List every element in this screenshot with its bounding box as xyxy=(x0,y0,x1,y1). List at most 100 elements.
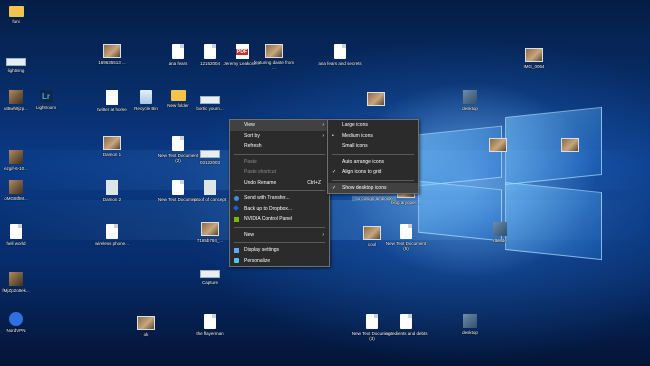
menu-item-label: Undo Rename xyxy=(244,179,277,186)
submenu-item-large-icons[interactable]: Large icons xyxy=(328,120,418,131)
check-icon: ✓ xyxy=(332,184,337,191)
desktop-icon[interactable]: wireless phone... xyxy=(90,224,134,246)
menu-item-sort-by[interactable]: Sort by › xyxy=(230,131,329,142)
desktop-icon[interactable]: ingredients and debts xyxy=(384,314,428,336)
desktop-icon[interactable]: proof of concept xyxy=(188,180,232,202)
nordvpn-icon xyxy=(9,312,23,326)
file-icon xyxy=(172,136,184,151)
menu-item-personalize[interactable]: Personalize xyxy=(230,256,329,267)
nvidia-icon xyxy=(234,216,239,222)
image-file-icon xyxy=(561,138,579,152)
submenu-item-align-to-grid[interactable]: ✓ Align icons to grid xyxy=(328,167,418,178)
folder-icon xyxy=(8,6,24,17)
desktop-icon[interactable]: hell world xyxy=(0,224,38,246)
photo-file-icon xyxy=(9,90,23,104)
desktop-icon-label: lightning xyxy=(7,68,25,73)
menu-item-new[interactable]: New › xyxy=(230,230,329,241)
menu-separator xyxy=(234,242,325,243)
desktop-icon[interactable]: Lr Lightroom xyxy=(24,90,68,110)
menu-item-label: Display settings xyxy=(244,247,280,253)
menu-item-display-settings[interactable]: Display settings xyxy=(230,245,329,256)
desktop-icon[interactable]: Damon 1 xyxy=(90,136,134,157)
desktop-icon[interactable]: ana fears and secrets xyxy=(318,44,362,66)
desktop-icon-label: bortic yourn... xyxy=(196,106,224,111)
desktop-icon-label: desktop xyxy=(462,330,478,335)
image-file-icon xyxy=(103,136,121,150)
menu-item-paste: Paste xyxy=(230,157,329,168)
desktop-icon[interactable]: Damon 2 xyxy=(90,180,134,202)
image-file-icon xyxy=(200,150,220,158)
file-icon xyxy=(172,180,184,195)
desktop-icon[interactable]: featuring dante from ... xyxy=(252,44,296,70)
submenu-item-label: Large icons xyxy=(342,122,368,128)
windows-logo-pane xyxy=(505,181,602,261)
submenu-item-auto-arrange[interactable]: Auto arrange icons xyxy=(328,157,418,168)
desktop-icon[interactable]: New Text Document (5) xyxy=(384,224,428,251)
windows-logo-pane xyxy=(418,125,502,187)
desktop-icon[interactable]: desktop xyxy=(448,314,492,335)
desktop-icon[interactable]: ezgif-6-10... xyxy=(0,150,38,171)
image-file-icon xyxy=(201,222,219,236)
desktop-icon-label: the flayerman xyxy=(196,331,224,336)
desktop-icon-label: 7165b784_... xyxy=(196,238,224,243)
menu-item-refresh[interactable]: Refresh xyxy=(230,141,329,152)
menu-item-label: View xyxy=(244,122,255,128)
personalize-icon xyxy=(234,258,239,263)
submenu-item-small-icons[interactable]: Small icons xyxy=(328,141,418,152)
desktop-icon[interactable]: IMG_0064 xyxy=(512,48,556,69)
dropbox-icon xyxy=(233,205,239,211)
desktop-icon[interactable] xyxy=(354,92,398,108)
desktop-icon[interactable]: 7165b784_... xyxy=(188,222,232,243)
shortcut-text: Ctrl+Z xyxy=(307,179,321,186)
desktop-icon-label: funi xyxy=(12,19,20,24)
menu-item-nvidia-control-panel[interactable]: NVIDIA Control Panel xyxy=(230,214,329,225)
submenu-item-show-desktop-icons[interactable]: ✓ Show desktop icons xyxy=(328,182,418,193)
desktop-icon[interactable]: ok xyxy=(124,316,168,337)
image-file-icon xyxy=(367,92,385,106)
desktop-icon-label: ezgif-6-10... xyxy=(4,166,28,171)
desktop-icon-label: wireless phone... xyxy=(95,241,129,246)
recycle-bin-icon xyxy=(140,90,152,104)
menu-item-undo-rename[interactable]: Undo Rename Ctrl+Z xyxy=(230,178,329,189)
menu-item-label: Personalize xyxy=(244,257,271,264)
image-file-icon xyxy=(200,96,220,104)
image-file-icon xyxy=(489,138,507,152)
menu-item-send-with-transfer[interactable]: Send with Transfer... xyxy=(230,193,329,204)
menu-item-view[interactable]: View › xyxy=(230,120,329,131)
file-icon xyxy=(400,314,412,329)
desktop-icon[interactable]: 159635513 ... xyxy=(90,44,134,65)
document-icon xyxy=(106,90,118,105)
submenu-item-label: Small icons xyxy=(342,143,368,149)
image-file-icon xyxy=(200,270,220,278)
file-icon xyxy=(400,224,412,239)
desktop-icon[interactable]: fMjZp2o8ek... xyxy=(0,272,38,293)
desktop-icon[interactable]: desktop xyxy=(448,90,492,111)
desktop-icon-label: New Text Document (5) xyxy=(385,241,427,251)
menu-separator xyxy=(234,190,325,191)
menu-item-label: Refresh xyxy=(244,143,262,149)
menu-item-label: Back up to Dropbox... xyxy=(244,205,293,212)
file-icon xyxy=(172,44,184,59)
desktop-icon[interactable]: oMG8tfIM... xyxy=(0,180,38,201)
desktop-icon[interactable]: dtdsde xyxy=(478,222,522,243)
desktop-icon[interactable]: 03122003 xyxy=(188,150,232,165)
desktop-icon[interactable]: bortic yourn... xyxy=(188,96,232,111)
submenu-item-medium-icons[interactable]: • Medium icons xyxy=(328,131,418,142)
desktop-icon[interactable]: lightning xyxy=(0,58,38,73)
file-icon xyxy=(106,224,118,239)
menu-item-back-up-dropbox[interactable]: Back up to Dropbox... xyxy=(230,204,329,215)
submenu-item-label: Auto arrange icons xyxy=(342,158,384,165)
desktop-icon[interactable]: Capture xyxy=(188,270,232,285)
desktop-icon[interactable]: NordVPN xyxy=(0,312,38,333)
image-file-icon xyxy=(6,58,26,66)
menu-separator xyxy=(332,179,414,181)
transfer-icon xyxy=(234,195,239,201)
desktop-icon-label: ana fears and secrets xyxy=(318,61,362,66)
file-icon xyxy=(366,314,378,329)
photo-file-icon xyxy=(9,180,23,194)
desktop-icon[interactable]: the flayerman xyxy=(188,314,232,336)
check-icon: ✓ xyxy=(332,169,337,175)
desktop-icon[interactable]: funi xyxy=(0,6,38,24)
desktop-icon[interactable] xyxy=(476,138,520,154)
desktop-icon[interactable] xyxy=(548,138,592,154)
